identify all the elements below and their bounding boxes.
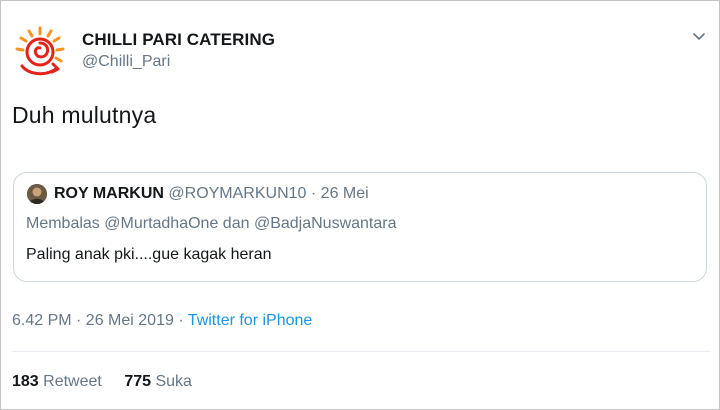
author-avatar[interactable] bbox=[12, 24, 68, 80]
tweet-metadata: 6.42 PM · 26 Mei 2019 · Twitter for iPho… bbox=[12, 312, 312, 330]
quoted-author-avatar bbox=[27, 184, 47, 204]
reply-conjunction: dan bbox=[222, 215, 250, 232]
quoted-author-name: ROY MARKUN bbox=[54, 185, 164, 202]
tweet-menu-button[interactable] bbox=[691, 28, 707, 44]
reply-prefix: Membalas bbox=[26, 215, 100, 232]
like-label: Suka bbox=[155, 373, 192, 390]
retweet-stat[interactable]: 183 Retweet bbox=[12, 373, 102, 391]
retweet-count: 183 bbox=[12, 373, 39, 390]
quoted-tweet[interactable]: ROY MARKUN @ROYMARKUN10 · 26 Mei Membala… bbox=[13, 172, 707, 282]
divider bbox=[12, 351, 711, 352]
tweet-text: Duh mulutnya bbox=[12, 102, 157, 128]
quoted-header: ROY MARKUN @ROYMARKUN10 · 26 Mei bbox=[54, 185, 369, 203]
chilli-spiral-logo-icon bbox=[15, 26, 65, 76]
quoted-text: Paling anak pki....gue kagak heran bbox=[26, 246, 272, 263]
retweet-label: Retweet bbox=[43, 373, 102, 390]
author-display-name[interactable]: CHILLI PARI CATERING bbox=[82, 30, 275, 50]
tweet-stats: 183 Retweet 775 Suka bbox=[12, 373, 210, 391]
quoted-reply-context: Membalas @MurtadhaOne dan @BadjaNuswanta… bbox=[26, 215, 397, 233]
quoted-date: 26 Mei bbox=[320, 185, 369, 202]
reply-mention-2[interactable]: @BadjaNuswantara bbox=[254, 215, 397, 232]
tweet-source-link[interactable]: Twitter for iPhone bbox=[188, 312, 313, 329]
like-count: 775 bbox=[124, 373, 152, 390]
quoted-author-handle: @ROYMARKUN10 bbox=[168, 185, 307, 202]
quoted-separator: · bbox=[310, 185, 317, 202]
tweet-timestamp[interactable]: 6.42 PM · 26 Mei 2019 · bbox=[12, 312, 184, 329]
reply-mention-1[interactable]: @MurtadhaOne bbox=[104, 215, 218, 232]
tweet-card: CHILLI PARI CATERING @Chilli_Pari Duh mu… bbox=[0, 0, 720, 410]
like-stat[interactable]: 775 Suka bbox=[124, 373, 192, 391]
user-photo-icon bbox=[27, 184, 47, 204]
author-handle[interactable]: @Chilli_Pari bbox=[82, 53, 170, 71]
chevron-down-icon bbox=[693, 33, 705, 40]
